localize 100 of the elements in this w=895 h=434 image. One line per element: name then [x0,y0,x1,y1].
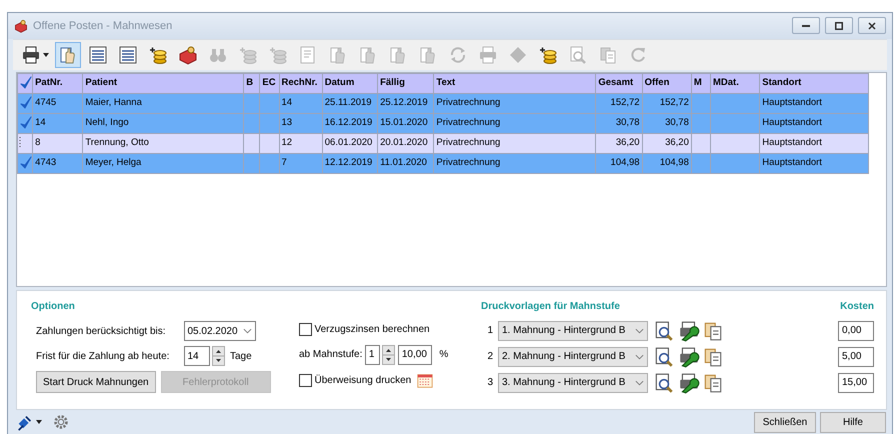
section-title: Optionen [31,300,76,314]
cost-field[interactable]: 0,00 [838,320,874,341]
column-header[interactable]: PatNr. [32,73,83,94]
cost-field[interactable]: 5,00 [838,346,874,367]
table-cell: 30,78 [642,113,692,134]
column-header[interactable]: MDat. [710,73,760,94]
coins-icon [538,44,558,65]
printer-wrench-icon[interactable] [678,320,700,342]
checkbox[interactable] [299,374,312,388]
table-cell: 152,72 [596,93,642,114]
table-cell: 30,78 [596,113,642,134]
table-cell: Hauptstandort [760,113,868,134]
column-header[interactable]: M [691,73,710,94]
template-dropdown[interactable]: 3. Mahnung - Hintergrund B [498,372,648,393]
stage-number: 3 [486,376,493,390]
column-header[interactable]: Gesamt [596,73,642,94]
maximize-button[interactable] [825,17,853,34]
printer-wrench-icon[interactable] [678,372,700,394]
hand-icon [418,44,438,65]
table-cell: Privatrechnung [434,93,596,114]
minimize-icon [802,24,810,27]
close-icon [868,22,876,30]
printer-icon [21,44,41,65]
refresh-icon [448,44,468,65]
column-header[interactable]: Fällig [378,73,434,94]
table-cell: 12 [279,133,322,154]
column-header[interactable]: EC [260,73,279,94]
table-cell: 25.12.2019 [378,93,434,114]
calendar-icon[interactable] [416,372,434,390]
chevron-down-icon [635,354,644,360]
printer-wrench-icon[interactable] [678,346,700,368]
table-cell: 4743 [32,153,83,174]
preview-icon[interactable] [653,320,675,342]
dialog-button[interactable]: Hilfe [820,412,886,432]
cost-field[interactable]: 15,00 [838,372,874,393]
app-icon [14,18,28,33]
table-cell: Privatrechnung [434,153,596,174]
copy-icon [598,44,618,65]
printer-icon [478,44,498,65]
checkbox-label[interactable]: Verzugszinsen berechnen [314,322,430,338]
column-header[interactable]: RechNr. [279,73,322,94]
number-field[interactable]: 1 [364,344,380,365]
list-icon [118,44,138,65]
column-header[interactable]: Patient [82,73,244,94]
table-cell: Hauptstandort [760,93,868,114]
preview-icon[interactable] [653,372,675,394]
table-cell: 152,72 [642,93,692,114]
caret-icon [43,52,49,57]
table-cell: 25.11.2019 [322,93,378,114]
spinner-arrows[interactable] [212,346,225,366]
table-cell: Privatrechnung [434,133,596,154]
table-cell: 11.01.2020 [378,153,434,174]
template-dropdown[interactable]: 1. Mahnung - Hintergrund B [498,320,648,341]
hand-icon [388,44,408,65]
column-header[interactable]: Standort [760,73,868,94]
hand-icon [58,44,78,65]
spinner-arrows[interactable] [382,344,396,365]
table-cell: 12.12.2019 [322,153,378,174]
column-header[interactable]: B [244,73,260,94]
table-cell: 06.01.2020 [322,133,378,154]
table-cell: 14 [32,113,83,134]
close-button[interactable] [858,17,886,34]
date-field[interactable]: 05.02.2020 [184,321,256,342]
hand-icon [358,44,378,65]
rate-field[interactable]: 10,00 [398,344,432,365]
column-header[interactable]: Datum [322,73,378,94]
table-cell: 13 [279,113,322,134]
table-cell: Privatrechnung [434,113,596,134]
chevron-down-icon [635,380,644,386]
gear-icon [52,413,70,431]
list-icon [88,44,108,65]
field-label: Frist für die Zahlung ab heute: [36,350,170,364]
window-title: Offene Posten - Mahnwesen [33,18,174,34]
preview-icon[interactable] [653,346,675,368]
maximize-icon [835,22,843,30]
table-cell: Hauptstandort [760,133,868,154]
field-label: Zahlungen berücksichtigt bis: [36,324,167,339]
unit-label: % [439,348,448,362]
table-cell: 104,98 [596,153,642,174]
table-cell: 36,20 [596,133,642,154]
checkbox-label[interactable]: Überweisung drucken [314,373,412,388]
table-cell: 7 [279,153,322,174]
template-dropdown[interactable]: 2. Mahnung - Hintergrund B [498,346,648,367]
coins-icon [268,44,288,65]
table-cell: 16.12.2019 [322,113,378,134]
table-cell: Hauptstandort [760,153,868,174]
checkbox[interactable] [299,323,312,336]
column-header[interactable]: Offen [642,73,692,94]
chevron-down-icon [635,328,644,334]
stage-number: 2 [486,350,493,364]
number-field[interactable]: 14 [184,346,210,366]
column-header[interactable]: Text [434,73,596,94]
table-cell: 15.01.2020 [378,113,434,134]
table-cell: Nehl, Ingo [82,113,244,134]
dialog-button[interactable]: Schließen [754,412,816,432]
field-label: ab Mahnstufe: [299,348,362,362]
start-button[interactable]: Start Druck Mahnungen [36,371,156,394]
coins-icon [238,44,258,65]
unit-label: Tage [230,350,252,364]
minimize-button[interactable] [792,17,820,34]
